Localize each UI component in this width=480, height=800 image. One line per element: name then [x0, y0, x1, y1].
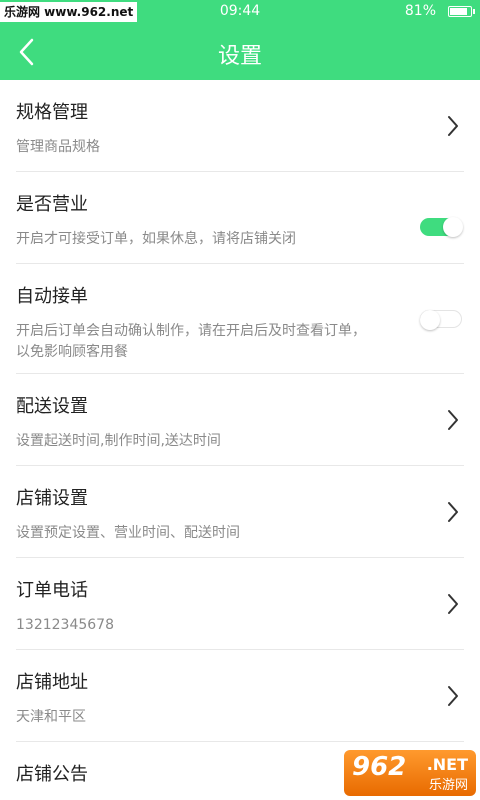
chevron-right-icon: [448, 686, 458, 706]
settings-item-auto-accept: 自动接单 开启后订单会自动确认制作，请在开启后及时查看订单， 以免影响顾客用餐: [0, 264, 480, 374]
settings-item-subtitle: 开启才可接受订单，如果休息，请将店铺关闭: [16, 231, 296, 247]
battery-percent: 81%: [404, 3, 436, 19]
settings-item-title: 自动接单: [16, 286, 88, 307]
settings-item-title: 配送设置: [16, 396, 88, 417]
logo-number: 962: [352, 752, 407, 782]
logo-site-name: 乐游网: [428, 778, 468, 793]
settings-item-title: 店铺设置: [16, 488, 88, 509]
settings-list: 规格管理 管理商品规格 是否营业 开启才可接受订单，如果休息，请将店铺关闭 自动…: [0, 80, 480, 800]
chevron-right-icon: [448, 410, 458, 430]
settings-item-delivery[interactable]: 配送设置 设置起送时间,制作时间,送达时间: [0, 374, 480, 466]
page-title: 设置: [217, 44, 262, 69]
settings-item-store[interactable]: 店铺设置 设置预定设置、营业时间、配送时间: [0, 466, 480, 558]
settings-item-title: 规格管理: [16, 102, 88, 123]
settings-item-title: 是否营业: [16, 194, 88, 215]
settings-item-subtitle: 13212345678: [16, 617, 114, 633]
settings-item-subtitle: 设置预定设置、营业时间、配送时间: [16, 525, 240, 541]
settings-item-subtitle: 管理商品规格: [16, 139, 100, 155]
chevron-right-icon: [448, 502, 458, 522]
settings-item-title: 订单电话: [16, 580, 88, 601]
settings-item-order-phone[interactable]: 订单电话 13212345678: [0, 558, 480, 650]
settings-item-subtitle-line1: 开启后订单会自动确认制作，请在开启后及时查看订单，: [16, 323, 366, 339]
business-open-toggle[interactable]: [420, 217, 463, 237]
settings-item-title: 店铺公告: [16, 764, 88, 785]
settings-item-business-open: 是否营业 开启才可接受订单，如果休息，请将店铺关闭: [0, 172, 480, 264]
logo-domain: .NET: [426, 755, 468, 774]
auto-accept-toggle[interactable]: [420, 310, 462, 330]
settings-item-title: 店铺地址: [16, 672, 88, 693]
battery-icon: [448, 6, 475, 17]
settings-item-subtitle-line2: 以免影响顾客用餐: [16, 344, 128, 360]
site-logo-watermark: 962 .NET 乐游网: [344, 750, 476, 796]
chevron-right-icon: [448, 116, 458, 136]
settings-item-subtitle: 天津和平区: [16, 709, 86, 725]
settings-item-subtitle: 设置起送时间,制作时间,送达时间: [16, 433, 221, 449]
app-header: 乐游网 www.962.net 09:44 81% 设置: [0, 0, 480, 80]
status-bar: 乐游网 www.962.net 09:44 81%: [0, 0, 480, 24]
chevron-right-icon: [448, 594, 458, 614]
settings-item-store-address[interactable]: 店铺地址 天津和平区: [0, 650, 480, 742]
settings-item-spec-management[interactable]: 规格管理 管理商品规格: [0, 80, 480, 172]
